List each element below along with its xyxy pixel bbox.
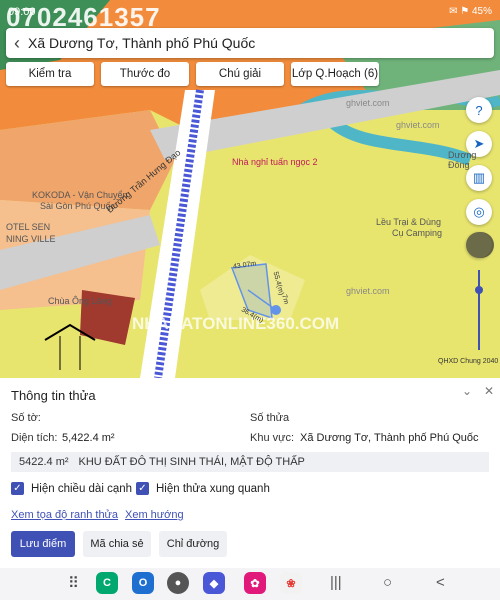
flower-app-icon[interactable]: ✿ <box>244 572 266 594</box>
maps-icon[interactable]: ◆ <box>203 572 225 594</box>
call-app-icon[interactable]: C <box>96 572 118 594</box>
area-box-value: 5422.4 m² <box>19 456 69 468</box>
site-watermark: NHADATONLINE360.COM <box>132 314 340 333</box>
map-label-leu-trai: Lều Trại & Dùng <box>376 217 442 227</box>
help-icon[interactable]: ? <box>466 97 492 123</box>
help-glyph: ? <box>475 102 483 118</box>
map-label-qhxd: QHXD Chung 2040 <box>438 358 499 365</box>
map-toolbar: Kiểm tra Thước đo Chú giải Lớp Q.Hoạch (… <box>6 62 379 86</box>
map-label-saigon: Sài Gòn Phú Quốc <box>40 201 116 211</box>
legend-button[interactable]: Chú giải <box>196 62 284 86</box>
boundary-coordinates-link[interactable]: Xem tọa độ ranh thửa <box>11 509 118 521</box>
map-view[interactable]: 09:00 0702461357 ✉ ⚑ 45% ‹ Xã Dương Tơ, … <box>0 0 500 378</box>
map-label-nha-nghi: Nhà nghỉ tuấn ngọc 2 <box>232 157 318 167</box>
dien-tich-label: Diện tích: <box>11 432 58 444</box>
checkbox-checked-icon: ✓ <box>11 482 24 495</box>
map-watermark-1: ghviet.com <box>346 98 390 108</box>
locate-icon[interactable]: ◎ <box>466 199 492 225</box>
gallery-icon[interactable]: ❀ <box>280 572 302 594</box>
search-text[interactable]: Xã Dương Tơ, Thành phố Phú Quốc <box>28 35 255 51</box>
planning-layers-button[interactable]: Lớp Q.Hoạch (6) <box>291 62 379 86</box>
map-label-duong-dong: Dương Đông <box>448 150 477 170</box>
barcode-glyph: ▥ <box>472 170 486 185</box>
land-use-box: 5422.4 m² KHU ĐẤT ĐÔ THỊ SINH THÁI, MẬT … <box>11 452 489 472</box>
share-code-button[interactable]: Mã chia sẻ <box>83 531 151 557</box>
collapse-icon[interactable]: ⌄ <box>462 384 472 398</box>
measure-button[interactable]: Thước đo <box>101 62 189 86</box>
close-icon[interactable]: ✕ <box>484 384 494 398</box>
camera-icon[interactable]: ● <box>167 572 189 594</box>
outlook-icon[interactable]: O <box>132 572 154 594</box>
parcel-info-panel: Thông tin thửa ⌄ ✕ Số tờ: Số thửa Diện t… <box>0 378 500 568</box>
panel-title: Thông tin thửa <box>11 388 96 403</box>
so-to-label: Số tờ: <box>11 412 41 424</box>
checkbox-checked-icon: ✓ <box>136 482 149 495</box>
map-watermark-2: ghviet.com <box>396 120 440 130</box>
view-direction-link[interactable]: Xem hướng <box>125 509 184 521</box>
locate-glyph: ◎ <box>473 204 485 219</box>
apps-grid-icon[interactable]: ⠿ <box>68 574 79 592</box>
save-point-button[interactable]: Lưu điểm <box>11 531 75 557</box>
chevron-left-icon[interactable]: ‹ <box>14 33 20 54</box>
land-use-desc: KHU ĐẤT ĐÔ THỊ SINH THÁI, MẬT ĐỘ THẤP <box>78 456 305 468</box>
map-label-hotel: OTEL SEN <box>6 222 51 232</box>
so-thua-label: Số thửa <box>250 412 290 424</box>
khu-vuc-value: Xã Dương Tơ, Thành phố Phú Quốc <box>300 432 479 444</box>
back-icon[interactable]: < <box>436 574 445 591</box>
dien-tich-value: 5,422.4 m² <box>62 432 115 444</box>
check1-label: Hiện chiều dài cạnh <box>31 482 133 495</box>
map-label-chua: Chùa Ông Lăng <box>48 296 112 306</box>
check2-label: Hiện thửa xung quanh <box>156 482 270 495</box>
check-button[interactable]: Kiểm tra <box>6 62 94 86</box>
status-bar: 09:00 0702461357 ✉ ⚑ 45% <box>0 0 500 32</box>
map-watermark-3: ghviet.com <box>346 286 390 296</box>
satellite-layer-icon[interactable] <box>466 232 492 258</box>
status-icons: ✉ ⚑ 45% <box>449 6 492 17</box>
map-label-camping: Cụ Camping <box>392 228 443 238</box>
directions-button[interactable]: Chỉ đường <box>159 531 227 557</box>
recents-icon[interactable]: ||| <box>330 574 342 591</box>
show-surrounding-parcels-checkbox[interactable]: ✓ Hiện thửa xung quanh <box>136 482 270 495</box>
map-label-ning-ville: NING VILLE <box>6 234 56 244</box>
home-icon[interactable]: ○ <box>383 574 392 591</box>
khu-vuc-label: Khu vực: <box>250 432 295 444</box>
search-bar[interactable]: ‹ Xã Dương Tơ, Thành phố Phú Quốc <box>6 28 494 58</box>
show-edge-lengths-checkbox[interactable]: ✓ Hiện chiều dài cạnh <box>11 482 132 495</box>
